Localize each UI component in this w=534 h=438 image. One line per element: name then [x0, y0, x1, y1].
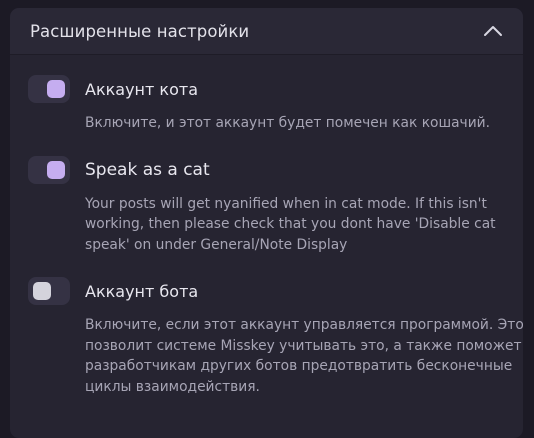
bot-account-toggle[interactable]	[28, 277, 70, 305]
setting-caption: Включите, если этот аккаунт управляется …	[85, 317, 523, 395]
setting-label: Speak as a cat	[85, 159, 210, 180]
setting-bot-account: Аккаунт бота Включите, если этот аккаунт…	[28, 277, 523, 397]
section-title: Расширенные настройки	[30, 21, 250, 41]
advanced-settings-panel: Расширенные настройки Аккаунт кота Включ…	[10, 8, 523, 438]
setting-label: Аккаунт кота	[85, 79, 198, 99]
setting-cat-account: Аккаунт кота Включите, и этот аккаунт бу…	[28, 75, 523, 134]
speak-as-cat-toggle[interactable]	[28, 155, 70, 184]
toggle-knob	[47, 160, 65, 179]
setting-label: Аккаунт бота	[85, 281, 199, 301]
chevron-up-icon[interactable]	[481, 19, 505, 43]
cat-account-toggle[interactable]	[28, 75, 70, 103]
section-header[interactable]: Расширенные настройки	[10, 8, 523, 55]
setting-caption: Включите, и этот аккаунт будет помечен к…	[85, 115, 491, 131]
setting-caption: Your posts will get nyanified when in ca…	[85, 195, 496, 253]
setting-speak-as-cat: Speak as a cat Your posts will get nyani…	[28, 155, 523, 256]
toggle-knob	[47, 80, 65, 98]
toggle-knob	[33, 282, 51, 300]
